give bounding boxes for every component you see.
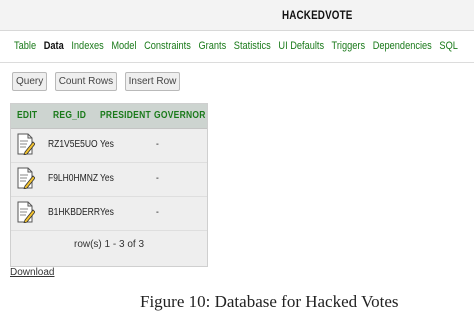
tab-data[interactable]: Data (44, 40, 64, 52)
table-row: RZ1V5E5UO Yes - (11, 129, 207, 163)
tab-constraints[interactable]: Constraints (144, 40, 191, 52)
cell-president: Yes (100, 173, 114, 184)
download-link[interactable]: Download (10, 267, 54, 278)
cell-governor: - (156, 139, 159, 150)
table-row: F9LH0HMNZ Yes - (11, 163, 207, 197)
tab-indexes[interactable]: Indexes (71, 40, 103, 52)
edit-icon[interactable] (17, 167, 36, 190)
count-rows-button[interactable]: Count Rows (54, 72, 118, 91)
cell-governor: - (156, 173, 159, 184)
tab-model[interactable]: Model (111, 40, 136, 52)
query-button[interactable]: Query (12, 72, 48, 91)
figure-caption: Figure 10: Database for Hacked Votes (140, 292, 399, 311)
table-row: B1HKBDERR Yes - (11, 197, 207, 231)
page-title: HACKEDVOTE (282, 8, 353, 22)
tab-triggers[interactable]: Triggers (332, 40, 366, 52)
data-grid: EDIT REG_ID PRESIDENT GOVERNOR RZ1V5E5UO… (10, 103, 208, 267)
row-count: row(s) 1 - 3 of 3 (73, 239, 145, 250)
cell-reg-id: F9LH0HMNZ (48, 173, 99, 184)
column-header-president: PRESIDENT (100, 110, 151, 121)
tab-ui-defaults[interactable]: UI Defaults (278, 40, 324, 52)
cell-president: Yes (100, 207, 114, 218)
tab-sql[interactable]: SQL (439, 40, 457, 52)
edit-icon[interactable] (17, 133, 36, 156)
column-header-governor: GOVERNOR (154, 110, 206, 121)
insert-row-button[interactable]: Insert Row (124, 72, 181, 91)
tab-grants[interactable]: Grants (198, 40, 226, 52)
column-header-reg-id: REG_ID (53, 110, 87, 121)
action-buttons: Query Count Rows Insert Row (12, 72, 183, 92)
tabs-divider (0, 62, 474, 63)
column-header-edit: EDIT (17, 110, 38, 121)
object-tabs: Table Data Indexes Model Constraints Gra… (14, 40, 463, 56)
cell-reg-id: RZ1V5E5UO (48, 139, 98, 150)
tab-dependencies[interactable]: Dependencies (373, 40, 432, 52)
top-bar: HACKEDVOTE (0, 0, 474, 31)
grid-header: EDIT REG_ID PRESIDENT GOVERNOR (11, 104, 207, 129)
cell-reg-id: B1HKBDERR (48, 207, 100, 218)
cell-governor: - (156, 207, 159, 218)
tab-table[interactable]: Table (14, 40, 36, 52)
tab-statistics[interactable]: Statistics (234, 40, 271, 52)
edit-icon[interactable] (17, 201, 36, 224)
cell-president: Yes (100, 139, 114, 150)
